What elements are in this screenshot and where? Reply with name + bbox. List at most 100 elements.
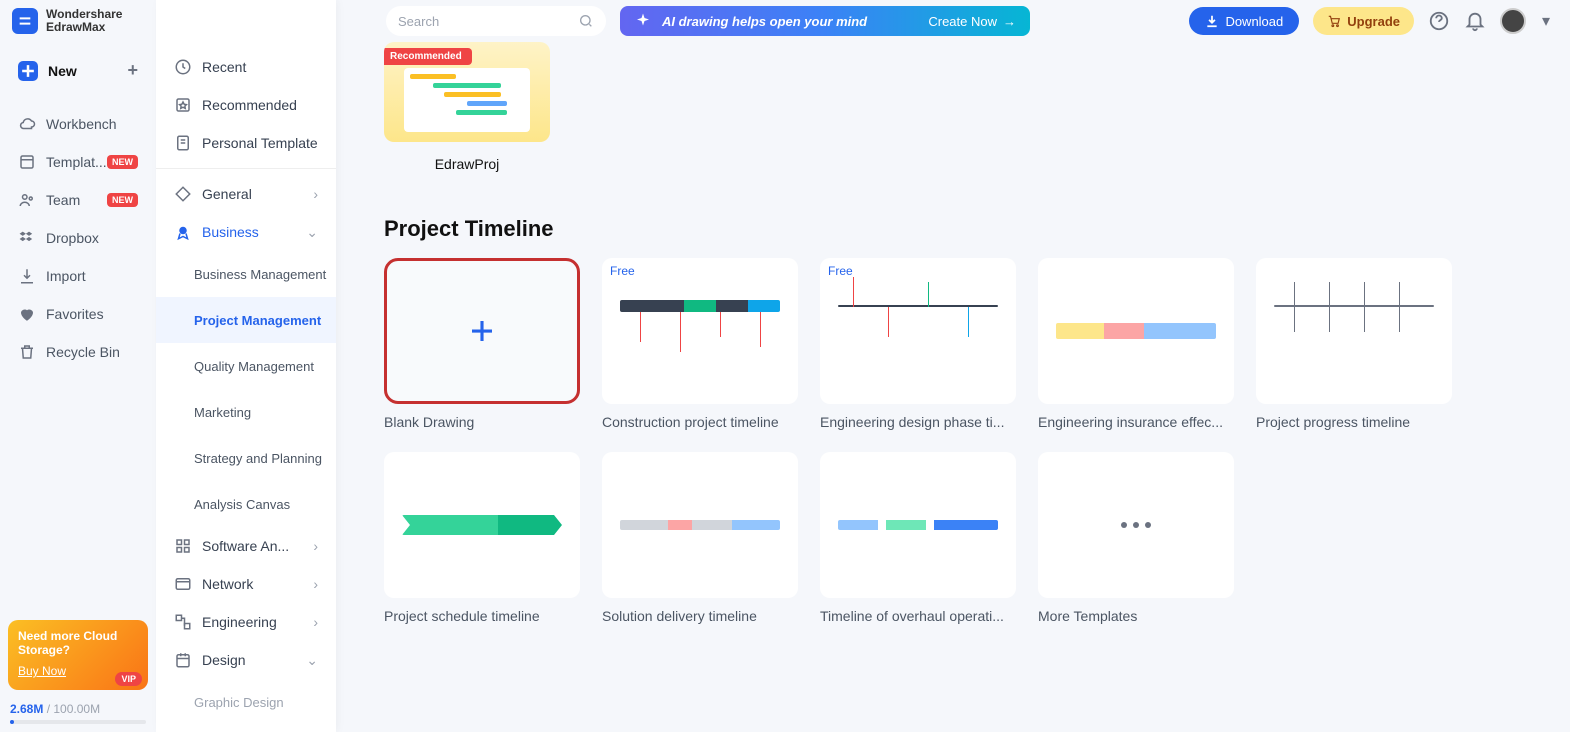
import-icon (18, 267, 36, 285)
user-avatar[interactable] (1500, 8, 1526, 34)
nav-templates[interactable]: Templat... NEW (0, 143, 156, 181)
tpl-project-progress[interactable]: Project progress timeline (1256, 258, 1452, 430)
topbar: Search AI drawing helps open your mind C… (336, 0, 1570, 42)
arrow-right-icon: → (1003, 14, 1016, 29)
nav-dropbox[interactable]: Dropbox (0, 219, 156, 257)
new-badge: NEW (107, 155, 138, 169)
sec-recent[interactable]: Recent (156, 48, 336, 86)
cat-design[interactable]: Design ⌄ (156, 641, 336, 679)
sub-project-management[interactable]: Project Management (156, 297, 336, 343)
storage-promo[interactable]: Need more Cloud Storage? Buy Now VIP (8, 620, 148, 690)
content: Recommended EdrawProj Project Timeline B… (336, 42, 1570, 732)
tpl-construction[interactable]: Free Construction project timeline (602, 258, 798, 430)
sidebar-main: Wondershare EdrawMax New + Workbench Tem… (0, 0, 156, 732)
bell-icon[interactable] (1464, 10, 1486, 32)
tpl-thumb: Free (820, 258, 1016, 404)
tpl-thumb (820, 452, 1016, 598)
tpl-more[interactable]: More Templates (1038, 452, 1234, 624)
featured-thumb: Recommended (384, 42, 550, 142)
sub-marketing[interactable]: Marketing (156, 389, 336, 435)
avatar-dropdown-icon[interactable]: ▾ (1540, 10, 1552, 32)
help-icon[interactable] (1428, 10, 1450, 32)
sparkle-icon (634, 12, 652, 30)
featured-label: EdrawProj (435, 156, 500, 172)
tpl-thumb (1256, 258, 1452, 404)
template-icon (18, 153, 36, 171)
calendar-icon (174, 651, 192, 669)
nav-recycle[interactable]: Recycle Bin (0, 333, 156, 371)
ai-banner[interactable]: AI drawing helps open your mind Create N… (620, 6, 1030, 36)
flow-icon (174, 613, 192, 631)
template-grid-row2: Project schedule timeline Solution deliv… (384, 452, 1522, 624)
tpl-overhaul[interactable]: Timeline of overhaul operati... (820, 452, 1016, 624)
grid-icon (174, 537, 192, 555)
sec-personal-template[interactable]: Personal Template (156, 124, 336, 162)
sidebar-secondary: Recent Recommended Personal Template Gen… (156, 0, 336, 732)
plus-outline-icon[interactable]: + (127, 60, 138, 81)
sec-recommended[interactable]: Recommended (156, 86, 336, 124)
logo-text: Wondershare EdrawMax (46, 8, 122, 34)
chevron-down-icon: ⌄ (306, 652, 318, 669)
cat-engineering[interactable]: Engineering › (156, 603, 336, 641)
gantt-preview (404, 68, 530, 132)
cart-icon (1327, 14, 1341, 28)
app-logo[interactable]: Wondershare EdrawMax (0, 8, 156, 34)
trash-icon (18, 343, 36, 361)
nav-new-label: New (48, 63, 77, 79)
chevron-right-icon: › (313, 614, 318, 630)
buy-now-link[interactable]: Buy Now (18, 664, 66, 678)
cat-business[interactable]: Business ⌄ (156, 213, 336, 251)
download-button[interactable]: Download (1189, 7, 1299, 35)
upgrade-button[interactable]: Upgrade (1313, 7, 1414, 35)
plus-icon (18, 61, 38, 81)
cat-general[interactable]: General › (156, 175, 336, 213)
logo-icon (12, 8, 38, 34)
ribbon-recommended: Recommended (384, 48, 472, 65)
tpl-thumb: Free (602, 258, 798, 404)
tpl-engineering-insurance[interactable]: Engineering insurance effec... (1038, 258, 1234, 430)
new-badge: NEW (107, 193, 138, 207)
tpl-engineering-design[interactable]: Free Engineering design phase ti... (820, 258, 1016, 430)
nav-import[interactable]: Import (0, 257, 156, 295)
cat-network[interactable]: Network › (156, 565, 336, 603)
chevron-down-icon: ⌄ (306, 224, 318, 241)
tpl-thumb (384, 452, 580, 598)
team-icon (18, 191, 36, 209)
more-thumb (1038, 452, 1234, 598)
sub-business-management[interactable]: Business Management (156, 251, 336, 297)
search-input[interactable]: Search (386, 6, 606, 36)
tpl-project-schedule[interactable]: Project schedule timeline (384, 452, 580, 624)
heart-icon (18, 305, 36, 323)
tpl-solution-delivery[interactable]: Solution delivery timeline (602, 452, 798, 624)
plus-icon (467, 316, 497, 346)
sub-analysis-canvas[interactable]: Analysis Canvas (156, 481, 336, 527)
tag-icon (174, 185, 192, 203)
storage-usage: 2.68M / 100.00M (0, 698, 156, 732)
nav-new[interactable]: New + (0, 50, 156, 91)
star-box-icon (174, 96, 192, 114)
sub-graphic-design[interactable]: Graphic Design (156, 679, 336, 725)
free-badge: Free (828, 264, 853, 278)
sub-quality-management[interactable]: Quality Management (156, 343, 336, 389)
cloud-icon (18, 115, 36, 133)
nav-favorites[interactable]: Favorites (0, 295, 156, 333)
nav-workbench[interactable]: Workbench (0, 105, 156, 143)
tpl-blank[interactable]: Blank Drawing (384, 258, 580, 430)
download-icon (1205, 14, 1219, 28)
chevron-right-icon: › (313, 576, 318, 592)
create-now-link[interactable]: Create Now→ (928, 14, 1016, 29)
blank-thumb (384, 258, 580, 404)
dots-icon (1121, 522, 1151, 528)
chevron-right-icon: › (313, 186, 318, 202)
tpl-thumb (602, 452, 798, 598)
nav-team[interactable]: Team NEW (0, 181, 156, 219)
search-icon (578, 13, 594, 29)
section-title: Project Timeline (384, 216, 1522, 242)
cat-software[interactable]: Software An... › (156, 527, 336, 565)
sub-strategy-planning[interactable]: Strategy and Planning (156, 435, 336, 481)
tpl-thumb (1038, 258, 1234, 404)
window-icon (174, 575, 192, 593)
featured-item[interactable]: Recommended EdrawProj (384, 42, 550, 172)
dropbox-icon (18, 229, 36, 247)
main-area: Search AI drawing helps open your mind C… (336, 0, 1570, 732)
